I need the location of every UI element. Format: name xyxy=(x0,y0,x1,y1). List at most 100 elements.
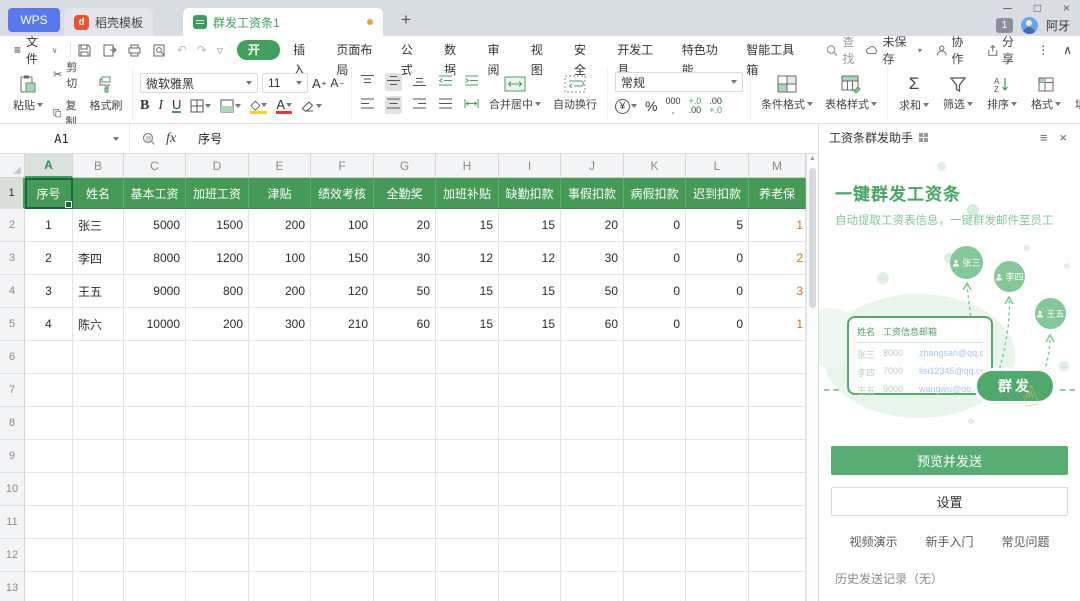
increase-indent-icon[interactable] xyxy=(463,73,480,91)
row-header-12[interactable]: 12 xyxy=(0,539,25,572)
cell-M6[interactable] xyxy=(749,341,806,374)
cell-J3[interactable]: 30 xyxy=(561,242,624,275)
underline-button[interactable]: U xyxy=(172,99,181,113)
cell-K1[interactable]: 病假扣款 xyxy=(624,178,686,209)
tab-docer-templates[interactable]: d 稻壳模板 xyxy=(64,8,153,36)
cell-K4[interactable]: 0 xyxy=(624,275,686,308)
increase-font-button[interactable]: A+ xyxy=(312,76,326,91)
cell-G2[interactable]: 20 xyxy=(374,209,436,242)
cell-C11[interactable] xyxy=(124,506,186,539)
cell-G1[interactable]: 全勤奖 xyxy=(374,178,436,209)
font-size-select[interactable]: 11 xyxy=(262,73,308,93)
column-header-D[interactable]: D xyxy=(186,154,249,178)
cell-J6[interactable] xyxy=(561,341,624,374)
cell-D13[interactable] xyxy=(186,572,249,601)
cell-I13[interactable] xyxy=(499,572,561,601)
cell-M8[interactable] xyxy=(749,407,806,440)
menu-tab-7[interactable]: 安全 xyxy=(563,40,606,60)
cell-B13[interactable] xyxy=(73,572,124,601)
cell-F13[interactable] xyxy=(311,572,374,601)
cell-C12[interactable] xyxy=(124,539,186,572)
cell-M3[interactable]: 2 xyxy=(749,242,806,275)
cell-C4[interactable]: 9000 xyxy=(124,275,186,308)
align-center-icon[interactable] xyxy=(385,96,402,114)
menu-tab-0[interactable]: 开始 xyxy=(237,40,280,60)
align-left-icon[interactable] xyxy=(359,96,376,114)
cell-A11[interactable] xyxy=(25,506,73,539)
cell-J5[interactable]: 60 xyxy=(561,308,624,341)
thousands-button[interactable]: 000, xyxy=(665,97,680,115)
settings-button[interactable]: 设置 xyxy=(831,487,1068,516)
cell-C9[interactable] xyxy=(124,440,186,473)
cell-D12[interactable] xyxy=(186,539,249,572)
cell-L11[interactable] xyxy=(686,506,749,539)
menu-tab-3[interactable]: 公式 xyxy=(390,40,433,60)
cell-H12[interactable] xyxy=(436,539,499,572)
cell-E9[interactable] xyxy=(249,440,311,473)
new-tab-button[interactable]: + xyxy=(401,10,411,30)
cell-E11[interactable] xyxy=(249,506,311,539)
cell-C5[interactable]: 10000 xyxy=(124,308,186,341)
cell-C13[interactable] xyxy=(124,572,186,601)
cell-H10[interactable] xyxy=(436,473,499,506)
wrap-text-button[interactable]: 自动换行 xyxy=(550,75,600,112)
cell-L10[interactable] xyxy=(686,473,749,506)
cell-M11[interactable] xyxy=(749,506,806,539)
cell-M2[interactable]: 1 xyxy=(749,209,806,242)
cell-F6[interactable] xyxy=(311,341,374,374)
cell-I8[interactable] xyxy=(499,407,561,440)
row-header-3[interactable]: 3 xyxy=(0,242,25,275)
cell-G11[interactable] xyxy=(374,506,436,539)
sum-button[interactable]: Σ 求和 xyxy=(895,74,933,113)
cell-C3[interactable]: 8000 xyxy=(124,242,186,275)
panel-menu-icon[interactable]: ≡ xyxy=(1037,130,1051,145)
cell-H1[interactable]: 加班补贴 xyxy=(436,178,499,209)
cell-G6[interactable] xyxy=(374,341,436,374)
cell-D1[interactable]: 加班工资 xyxy=(186,178,249,209)
cell-B12[interactable] xyxy=(73,539,124,572)
cell-K5[interactable]: 0 xyxy=(624,308,686,341)
cell-K13[interactable] xyxy=(624,572,686,601)
fill-button[interactable]: 填充 xyxy=(1071,76,1080,112)
column-header-M[interactable]: M xyxy=(749,154,806,178)
paste-button[interactable]: 粘贴 xyxy=(9,74,47,113)
merge-center-button[interactable]: 合并居中 xyxy=(486,75,544,112)
message-count-badge[interactable]: 1 xyxy=(996,18,1013,33)
cell-H8[interactable] xyxy=(436,407,499,440)
cell-E12[interactable] xyxy=(249,539,311,572)
cell-G5[interactable]: 60 xyxy=(374,308,436,341)
cell-K3[interactable]: 0 xyxy=(624,242,686,275)
bold-button[interactable]: B xyxy=(140,98,149,114)
cell-F8[interactable] xyxy=(311,407,374,440)
cell-L13[interactable] xyxy=(686,572,749,601)
cell-F11[interactable] xyxy=(311,506,374,539)
cell-A7[interactable] xyxy=(25,374,73,407)
cell-L6[interactable] xyxy=(686,341,749,374)
cell-L12[interactable] xyxy=(686,539,749,572)
cell-F9[interactable] xyxy=(311,440,374,473)
cell-K7[interactable] xyxy=(624,374,686,407)
cell-J11[interactable] xyxy=(561,506,624,539)
cell-G13[interactable] xyxy=(374,572,436,601)
cell-D3[interactable]: 1200 xyxy=(186,242,249,275)
cell-A5[interactable]: 4 xyxy=(25,308,73,341)
decrease-indent-icon[interactable] xyxy=(437,73,454,91)
cell-G9[interactable] xyxy=(374,440,436,473)
row-header-6[interactable]: 6 xyxy=(0,341,25,374)
cell-D11[interactable] xyxy=(186,506,249,539)
print-icon[interactable] xyxy=(127,43,142,58)
format-painter-button[interactable]: 格式刷 xyxy=(87,74,125,113)
align-middle-icon[interactable] xyxy=(385,73,402,91)
cell-E10[interactable] xyxy=(249,473,311,506)
formula-input[interactable]: 序号 xyxy=(188,130,818,147)
cell-B5[interactable]: 陈六 xyxy=(73,308,124,341)
cell-K10[interactable] xyxy=(624,473,686,506)
name-box[interactable]: A1 xyxy=(0,124,130,153)
panel-close-icon[interactable]: × xyxy=(1056,130,1070,145)
sort-button[interactable]: AZ 排序 xyxy=(983,76,1021,112)
select-all-corner[interactable] xyxy=(0,154,25,178)
column-header-I[interactable]: I xyxy=(499,154,561,178)
cell-D9[interactable] xyxy=(186,440,249,473)
cell-H9[interactable] xyxy=(436,440,499,473)
cell-C2[interactable]: 5000 xyxy=(124,209,186,242)
